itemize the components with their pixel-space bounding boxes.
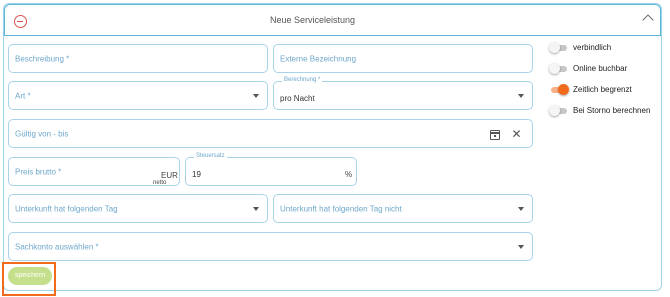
unterkunft-tag-nicht-placeholder: Unterkunft hat folgenden Tag nicht [280,204,402,213]
calendar-icon[interactable] [490,130,500,140]
art-select[interactable]: Art * [8,81,268,110]
beschreibung-field[interactable]: Beschreibung * [8,44,268,73]
gueltig-field[interactable]: Gültig von - bis ✕ [8,119,533,148]
preis-netto-hint: netto [153,180,167,186]
art-placeholder: Art * [15,91,31,100]
berechnung-select[interactable]: Berechnung * pro Nacht [273,77,533,110]
toggle-switch[interactable] [549,63,569,75]
panel-title: Neue Serviceleistung [269,15,356,25]
steuersatz-field[interactable]: Steuersatz 19 % [185,153,357,186]
dropdown-caret-icon [518,244,524,249]
dropdown-caret-icon [253,93,259,98]
unterkunft-tag-placeholder: Unterkunft hat folgenden Tag [15,204,118,213]
preis-brutto-field[interactable]: Preis brutto * EUR netto [8,157,180,186]
toggle-switch[interactable] [549,42,569,54]
externe-bezeichnung-field[interactable]: Externe Bezeichnung [273,44,533,73]
gueltig-placeholder: Gültig von - bis [15,129,69,138]
toggle-label: Zeitlich begrenzt [573,85,632,94]
unterkunft-tag-select[interactable]: Unterkunft hat folgenden Tag [8,194,268,223]
berechnung-value: pro Nacht [280,94,315,103]
close-icon[interactable]: ✕ [511,128,522,140]
panel-header[interactable]: Neue Serviceleistung [4,4,661,36]
toggle-switch[interactable] [549,105,569,117]
sachkonto-placeholder: Sachkonto auswählen * [15,242,99,251]
dropdown-caret-icon [518,206,524,211]
sachkonto-select[interactable]: Sachkonto auswählen * [8,232,533,261]
steuersatz-label: Steuersatz [194,153,227,159]
toggle-label: Online buchbar [573,64,628,73]
unterkunft-tag-nicht-select[interactable]: Unterkunft hat folgenden Tag nicht [273,194,533,223]
toggle-switch[interactable] [549,84,569,96]
toggle-label: Bei Storno berechnen [573,106,651,115]
dropdown-caret-icon [518,93,524,98]
preis-currency: EUR [161,171,178,180]
steuersatz-value: 19 [192,170,201,179]
beschreibung-placeholder: Beschreibung * [15,54,70,63]
steuersatz-unit: % [345,170,353,179]
dropdown-caret-icon [253,206,259,211]
preis-placeholder: Preis brutto * [15,167,62,176]
save-button[interactable]: speichern [8,267,52,285]
berechnung-label: Berechnung * [282,77,323,83]
externe-bezeichnung-placeholder: Externe Bezeichnung [280,54,357,63]
toggle-label: verbindlich [573,43,612,52]
